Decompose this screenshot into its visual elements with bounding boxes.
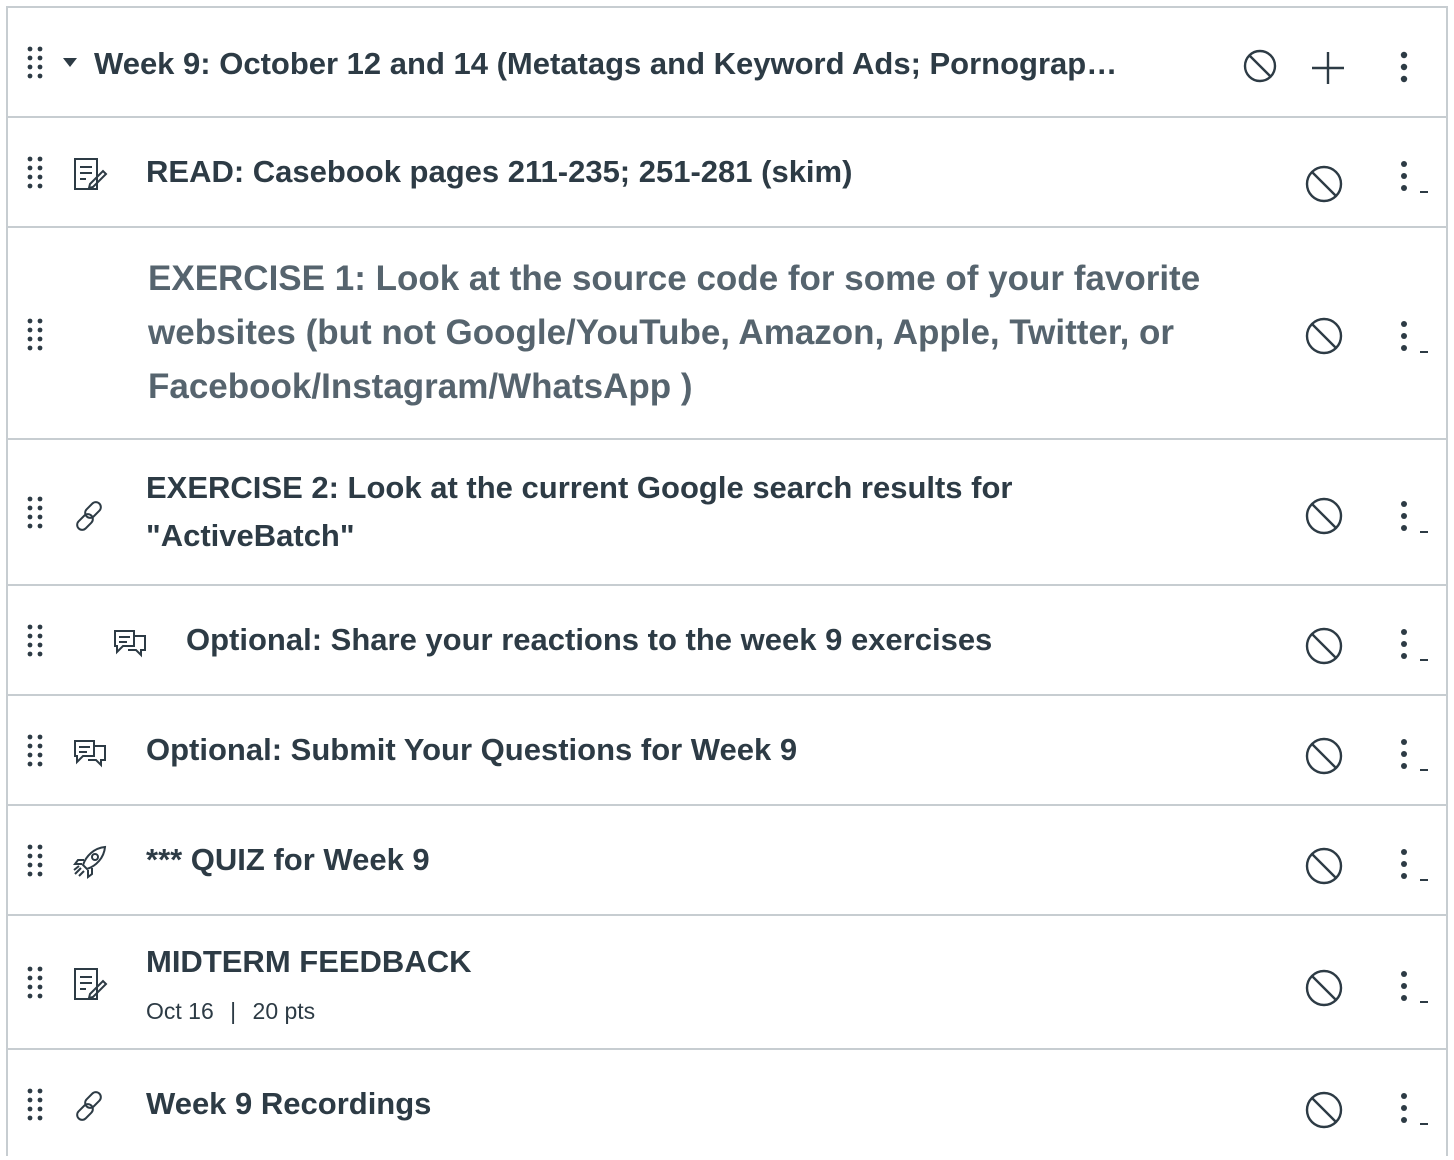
item-title[interactable]: *** QUIZ for Week 9 — [146, 836, 430, 884]
link-icon — [70, 496, 110, 536]
module-item[interactable]: Optional: Share your reactions to the we… — [8, 586, 1446, 696]
kebab-icon[interactable] — [1392, 48, 1416, 88]
item-title[interactable]: Optional: Submit Your Questions for Week… — [146, 726, 797, 774]
item-title[interactable]: Optional: Share your reactions to the we… — [186, 616, 992, 664]
kebab-icon[interactable] — [1394, 498, 1434, 538]
assignment-icon — [70, 154, 110, 194]
kebab-icon[interactable] — [1394, 626, 1434, 666]
item-meta: Oct 16 | 20 pts — [146, 998, 315, 1025]
unpublished-icon[interactable] — [1304, 968, 1344, 1008]
drag-handle-icon[interactable] — [26, 318, 44, 352]
link-icon — [70, 1086, 110, 1126]
drag-handle-icon[interactable] — [26, 156, 44, 190]
item-title[interactable]: READ: Casebook pages 211-235; 251-281 (s… — [146, 148, 852, 196]
module-container: Week 9: October 12 and 14 (Metatags and … — [6, 6, 1448, 1156]
drag-handle-icon[interactable] — [26, 1088, 44, 1122]
module-item[interactable]: EXERCISE 2: Look at the current Google s… — [8, 440, 1446, 586]
module-item[interactable]: EXERCISE 1: Look at the source code for … — [8, 228, 1446, 440]
unpublished-icon[interactable] — [1304, 496, 1344, 536]
unpublished-icon[interactable] — [1304, 316, 1344, 356]
drag-handle-icon[interactable] — [26, 844, 44, 878]
kebab-icon[interactable] — [1394, 968, 1434, 1008]
discussion-icon — [70, 732, 110, 772]
plus-icon[interactable] — [1308, 48, 1348, 88]
drag-handle-icon[interactable] — [26, 734, 44, 768]
discussion-icon — [110, 622, 150, 662]
kebab-icon[interactable] — [1394, 846, 1434, 886]
kebab-icon[interactable] — [1394, 1090, 1434, 1130]
unpublished-icon[interactable] — [1304, 1090, 1344, 1130]
item-title[interactable]: EXERCISE 1: Look at the source code for … — [148, 252, 1258, 414]
module-item[interactable]: Optional: Submit Your Questions for Week… — [8, 696, 1446, 806]
due-date: Oct 16 — [146, 998, 214, 1024]
module-item[interactable]: *** QUIZ for Week 9 — [8, 806, 1446, 916]
unpublished-icon[interactable] — [1242, 48, 1278, 84]
kebab-icon[interactable] — [1394, 736, 1434, 776]
unpublished-icon[interactable] — [1304, 164, 1344, 204]
meta-separator: | — [230, 998, 237, 1024]
item-title[interactable]: EXERCISE 2: Look at the current Google s… — [146, 464, 1106, 560]
quiz-icon — [70, 842, 110, 882]
drag-handle-icon[interactable] — [26, 966, 44, 1000]
unpublished-icon[interactable] — [1304, 626, 1344, 666]
assignment-icon — [70, 964, 110, 1004]
kebab-icon[interactable] — [1394, 318, 1434, 358]
kebab-icon[interactable] — [1394, 158, 1434, 198]
drag-handle-icon[interactable] — [26, 46, 44, 80]
module-item[interactable]: READ: Casebook pages 211-235; 251-281 (s… — [8, 118, 1446, 228]
item-title[interactable]: Week 9 Recordings — [146, 1080, 431, 1128]
module-header[interactable]: Week 9: October 12 and 14 (Metatags and … — [8, 8, 1446, 118]
caret-down-icon[interactable] — [62, 55, 78, 73]
drag-handle-icon[interactable] — [26, 496, 44, 530]
module-title[interactable]: Week 9: October 12 and 14 (Metatags and … — [94, 44, 1154, 84]
unpublished-icon[interactable] — [1304, 846, 1344, 886]
module-item[interactable]: MIDTERM FEEDBACK Oct 16 | 20 pts — [8, 916, 1446, 1050]
unpublished-icon[interactable] — [1304, 736, 1344, 776]
module-item[interactable]: Week 9 Recordings — [8, 1050, 1446, 1160]
drag-handle-icon[interactable] — [26, 624, 44, 658]
item-title[interactable]: MIDTERM FEEDBACK — [146, 938, 472, 986]
points: 20 pts — [252, 998, 316, 1024]
